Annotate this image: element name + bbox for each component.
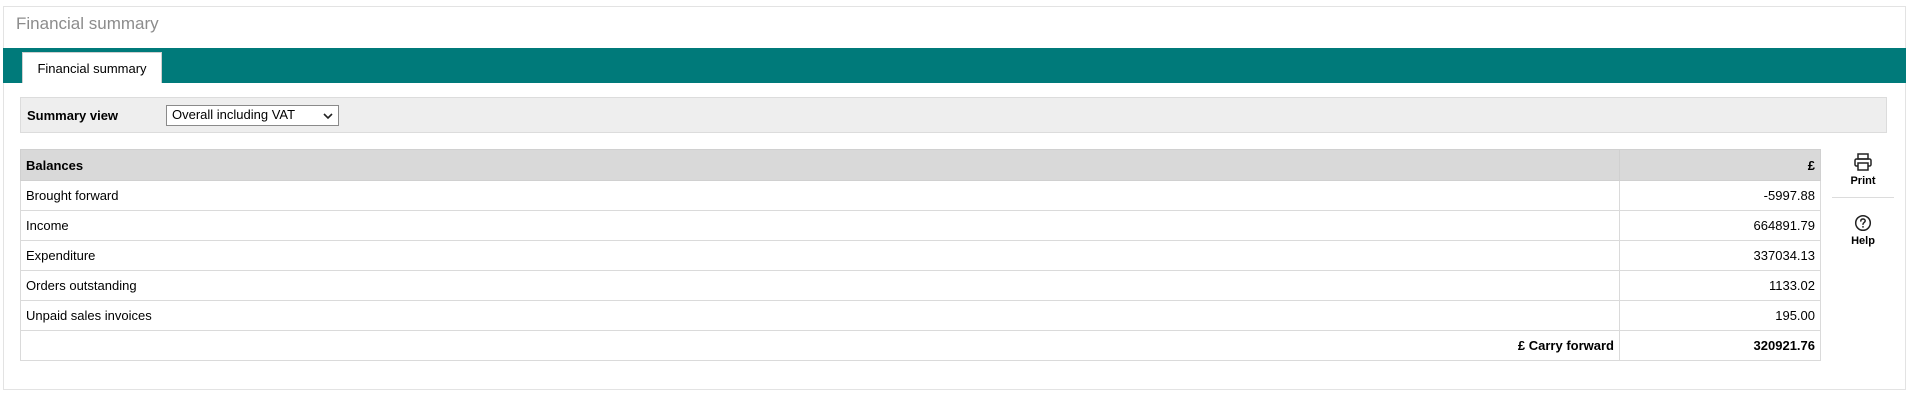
row-label: Unpaid sales invoices [20, 300, 1620, 331]
balances-header: Balances [20, 149, 1620, 181]
question-circle-icon [1854, 214, 1872, 232]
balances-table: Balances £ Brought forward -5997.88 Inco… [20, 149, 1821, 361]
currency-header: £ [1619, 149, 1821, 181]
row-value: 337034.13 [1619, 240, 1821, 271]
printer-icon [1854, 153, 1872, 171]
row-label: Orders outstanding [20, 270, 1620, 301]
table-row: Unpaid sales invoices 195.00 [20, 300, 1821, 331]
summary-view-select[interactable]: Overall including VAT [166, 105, 339, 126]
row-value: 195.00 [1619, 300, 1821, 331]
row-label: Brought forward [20, 180, 1620, 211]
help-button[interactable]: Help [1832, 212, 1894, 257]
table-row: Expenditure 337034.13 [20, 240, 1821, 271]
print-button[interactable]: Print [1832, 150, 1894, 197]
actions-divider [1832, 197, 1894, 198]
chevron-down-icon [323, 113, 333, 120]
row-value: -5997.88 [1619, 180, 1821, 211]
row-label: Income [20, 210, 1620, 241]
summary-view-label: Summary view [27, 108, 119, 123]
summary-view-selected-value: Overall including VAT [172, 107, 296, 122]
page-title: Financial summary [16, 14, 159, 33]
carry-forward-value: 320921.76 [1619, 330, 1821, 361]
carry-forward-row: £ Carry forward 320921.76 [20, 330, 1821, 361]
row-value: 1133.02 [1619, 270, 1821, 301]
carry-forward-label: £ Carry forward [20, 330, 1620, 361]
table-row: Income 664891.79 [20, 210, 1821, 241]
summary-view-bar: Summary view Overall including VAT [20, 97, 1887, 133]
help-label: Help [1851, 235, 1875, 247]
row-label: Expenditure [20, 240, 1620, 271]
tab-financial-summary[interactable]: Financial summary [22, 52, 162, 83]
table-row: Brought forward -5997.88 [20, 180, 1821, 211]
print-label: Print [1850, 175, 1876, 187]
side-actions: Print Help [1832, 150, 1894, 257]
table-row: Orders outstanding 1133.02 [20, 270, 1821, 301]
table-header-row: Balances £ [20, 149, 1821, 181]
row-value: 664891.79 [1619, 210, 1821, 241]
tab-bar: Financial summary [3, 48, 1906, 83]
